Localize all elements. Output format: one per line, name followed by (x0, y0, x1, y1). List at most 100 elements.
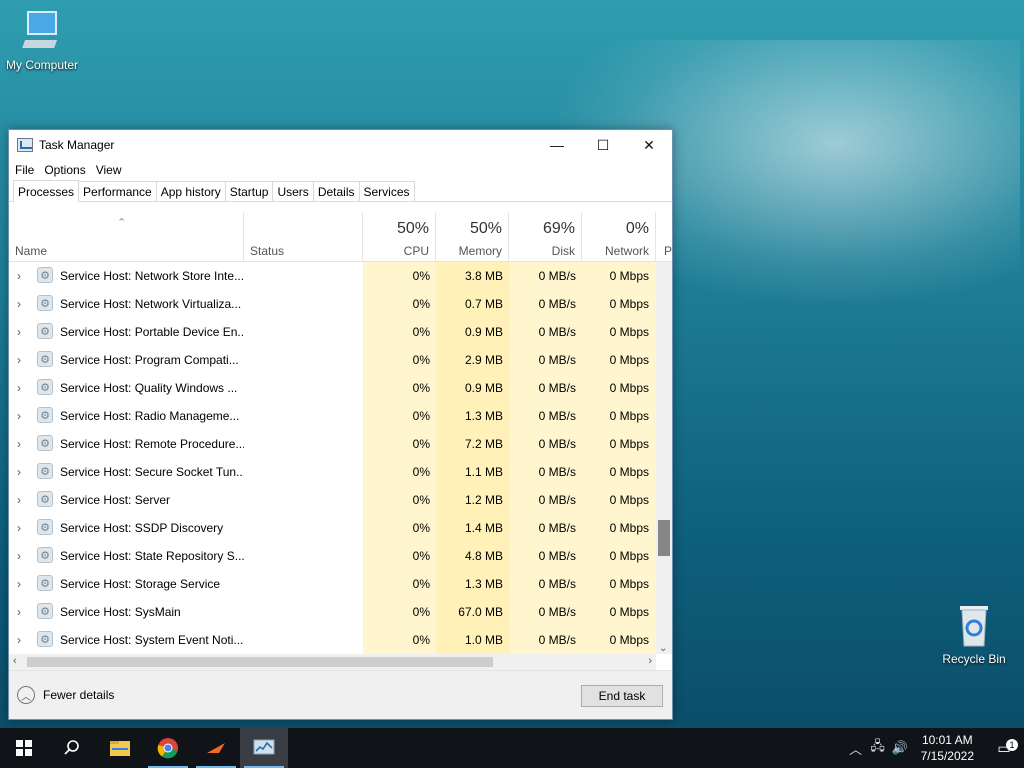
process-row[interactable]: › ⚙ Service Host: SSDP Discovery 0% 1.4 MB 0 … (9, 514, 656, 542)
chevron-up-icon: ︿ (17, 686, 35, 704)
process-row[interactable]: › ⚙ Service Host: Program Compati... 0% 2.9 … (9, 346, 656, 374)
chrome-icon (157, 738, 178, 759)
process-row[interactable]: › ⚙ Service Host: Quality Windows ... 0% 0.9… (9, 374, 656, 402)
system-tray: ︿ 🖧 🔊 10:01 AM 7/15/2022 ▭ 1 (845, 728, 1024, 768)
fewer-details-label: Fewer details (43, 688, 115, 702)
minimize-button[interactable]: — (534, 130, 580, 160)
header-disk[interactable]: 69% Disk (509, 212, 582, 262)
process-memory: 0.9 MB (464, 381, 503, 395)
process-memory: 0.7 MB (464, 297, 503, 311)
maximize-button[interactable]: ☐ (580, 130, 626, 160)
tab-processes[interactable]: Processes (13, 180, 80, 202)
expand-chevron-icon[interactable]: › (17, 493, 21, 507)
process-row[interactable]: › ⚙ Service Host: Storage Service 0% 1.3 MB 0… (9, 570, 656, 598)
process-row[interactable]: › ⚙ Service Host: Radio Manageme... 0% 1.3 M… (9, 402, 656, 430)
expand-chevron-icon[interactable]: › (17, 409, 21, 423)
process-network: 0 Mbps (609, 493, 649, 507)
expand-chevron-icon[interactable]: › (17, 605, 21, 619)
process-network: 0 Mbps (609, 605, 649, 619)
scroll-right-icon[interactable]: › (648, 655, 652, 667)
process-disk: 0 MB/s (538, 605, 576, 619)
header-network[interactable]: 0% Network (582, 212, 656, 262)
tab-startup[interactable]: Startup (224, 181, 274, 201)
desktop-icon-my-computer[interactable]: My Computer (0, 10, 84, 72)
header-power-partial[interactable]: P (656, 212, 672, 262)
expand-chevron-icon[interactable]: › (17, 465, 21, 479)
process-disk: 0 MB/s (538, 465, 576, 479)
menu-view[interactable]: View (96, 163, 130, 177)
tab-app-history[interactable]: App history (155, 181, 226, 201)
task-manager-icon (253, 739, 275, 755)
end-task-button[interactable]: End task (581, 685, 663, 707)
process-disk: 0 MB/s (538, 633, 576, 647)
expand-chevron-icon[interactable]: › (17, 269, 21, 283)
expand-chevron-icon[interactable]: › (17, 437, 21, 451)
window-controls: — ☐ ✕ (534, 130, 672, 160)
close-button[interactable]: ✕ (626, 130, 672, 160)
process-cpu: 0% (412, 521, 430, 535)
horizontal-scrollbar[interactable]: ‹ › (9, 654, 656, 670)
process-row[interactable]: › ⚙ Service Host: Network Store Inte... 0% 3… (9, 262, 656, 290)
service-gear-icon: ⚙ (37, 295, 53, 311)
header-name[interactable]: Name (9, 212, 243, 262)
tab-services[interactable]: Services (358, 181, 415, 201)
process-cpu: 0% (412, 549, 430, 563)
process-cpu: 0% (412, 633, 430, 647)
process-name: Service Host: Remote Procedure... (60, 437, 244, 451)
expand-chevron-icon[interactable]: › (17, 325, 21, 339)
search-button[interactable] (48, 728, 96, 768)
horizontal-scroll-thumb[interactable] (27, 657, 493, 667)
process-disk: 0 MB/s (538, 577, 576, 591)
process-cpu: 0% (412, 297, 430, 311)
clock[interactable]: 10:01 AM 7/15/2022 (911, 732, 984, 764)
process-disk: 0 MB/s (538, 437, 576, 451)
process-row[interactable]: › ⚙ Service Host: Secure Socket Tun... 0% 1.… (9, 458, 656, 486)
process-cpu: 0% (412, 465, 430, 479)
vertical-scrollbar[interactable]: ⌄ (656, 262, 672, 654)
process-row[interactable]: › ⚙ Service Host: State Repository S... 0% 4… (9, 542, 656, 570)
header-memory[interactable]: 50% Memory (436, 212, 509, 262)
process-row[interactable]: › ⚙ Service Host: Network Virtualiza... 0% 0… (9, 290, 656, 318)
process-memory: 1.1 MB (464, 465, 503, 479)
menu-file[interactable]: File (15, 163, 42, 177)
tab-details[interactable]: Details (312, 181, 360, 201)
start-button[interactable] (0, 728, 48, 768)
expand-chevron-icon[interactable]: › (17, 381, 21, 395)
expand-chevron-icon[interactable]: › (17, 633, 21, 647)
process-row[interactable]: › ⚙ Service Host: SysMain 0% 67.0 MB 0 MB/s 0 … (9, 598, 656, 626)
process-cpu: 0% (412, 493, 430, 507)
taskbar-app[interactable] (192, 728, 240, 768)
taskbar: ︿ 🖧 🔊 10:01 AM 7/15/2022 ▭ 1 (0, 728, 1024, 768)
process-row[interactable]: › ⚙ Service Host: Portable Device En... 0% 0… (9, 318, 656, 346)
scroll-down-icon[interactable]: ⌄ (659, 643, 667, 654)
expand-chevron-icon[interactable]: › (17, 297, 21, 311)
fewer-details-button[interactable]: ︿ Fewer details (17, 686, 114, 704)
network-icon[interactable]: 🖧 (867, 737, 889, 759)
tab-performance[interactable]: Performance (78, 181, 157, 201)
header-cpu[interactable]: 50% CPU (363, 212, 436, 262)
process-row[interactable]: › ⚙ Service Host: Server 0% 1.2 MB 0 MB/s 0 Mb… (9, 486, 656, 514)
process-row[interactable]: › ⚙ Service Host: System Event Noti... 0% 1.… (9, 626, 656, 654)
vertical-scroll-thumb[interactable] (658, 520, 670, 556)
taskbar-chrome[interactable] (144, 728, 192, 768)
tab-users[interactable]: Users (272, 181, 314, 201)
expand-chevron-icon[interactable]: › (17, 353, 21, 367)
scroll-left-icon[interactable]: ‹ (13, 655, 17, 667)
action-center-button[interactable]: ▭ 1 (984, 738, 1024, 757)
taskbar-task-manager[interactable] (240, 728, 288, 768)
expand-chevron-icon[interactable]: › (17, 521, 21, 535)
title-bar[interactable]: Task Manager — ☐ ✕ (9, 130, 672, 160)
expand-chevron-icon[interactable]: › (17, 549, 21, 563)
menu-options[interactable]: Options (44, 163, 93, 177)
process-disk: 0 MB/s (538, 549, 576, 563)
taskbar-file-explorer[interactable] (96, 728, 144, 768)
process-row[interactable]: › ⚙ Service Host: Remote Procedure... 0% 7.2… (9, 430, 656, 458)
process-network: 0 Mbps (609, 325, 649, 339)
header-status[interactable]: Status (243, 212, 363, 262)
desktop-icon-recycle-bin[interactable]: Recycle Bin (932, 602, 1016, 666)
process-cpu: 0% (412, 353, 430, 367)
expand-chevron-icon[interactable]: › (17, 577, 21, 591)
windows-icon (16, 740, 32, 756)
volume-icon[interactable]: 🔊 (889, 740, 911, 756)
tray-overflow-icon[interactable]: ︿ (845, 739, 867, 758)
